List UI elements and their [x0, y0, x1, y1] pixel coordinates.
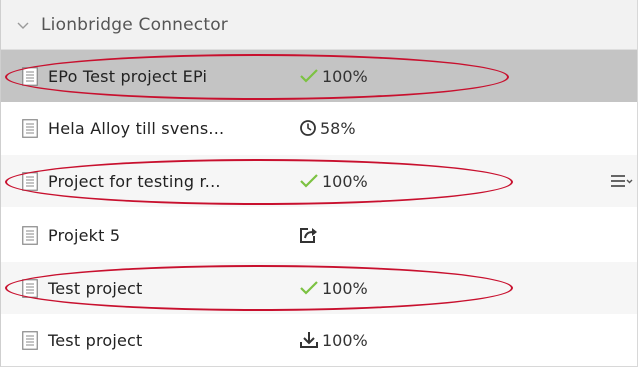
project-name: Projekt 5	[48, 225, 121, 245]
chevron-down-icon[interactable]	[15, 17, 31, 33]
project-name: EPo Test project EPi	[48, 66, 208, 86]
project-row[interactable]: EPo Test project EPi 100%	[1, 50, 637, 102]
lionbridge-connector-panel: Lionbridge Connector EPo Test project EP…	[0, 0, 638, 367]
project-status	[299, 226, 322, 244]
checkmark-icon	[300, 174, 318, 188]
document-icon	[22, 171, 38, 191]
panel-title: Lionbridge Connector	[41, 14, 228, 35]
project-name: Hela Alloy till svens...	[48, 118, 225, 138]
project-row[interactable]: Projekt 5	[1, 209, 637, 261]
status-text: 100%	[322, 330, 368, 350]
panel-header[interactable]: Lionbridge Connector	[1, 0, 637, 50]
project-status: 100%	[299, 279, 368, 298]
project-name: Project for testing r...	[48, 171, 221, 191]
status-text: 100%	[322, 278, 368, 298]
checkmark-icon	[300, 69, 318, 83]
checkmark-icon	[300, 281, 318, 295]
download-icon	[300, 332, 318, 348]
document-icon	[22, 225, 38, 245]
document-icon	[22, 278, 38, 298]
status-text: 58%	[320, 118, 356, 138]
project-status: 100%	[299, 67, 368, 86]
project-name: Test project	[48, 330, 143, 350]
project-row[interactable]: Hela Alloy till svens... 58%	[1, 102, 637, 154]
document-icon	[22, 330, 38, 350]
context-menu-icon[interactable]	[611, 174, 633, 188]
clock-icon	[300, 120, 316, 136]
export-icon	[300, 228, 317, 243]
project-row[interactable]: Project for testing r... 100%	[1, 155, 637, 207]
project-status: 100%	[299, 172, 368, 191]
status-text: 100%	[322, 66, 368, 86]
project-status: 100%	[299, 331, 368, 350]
document-icon	[22, 118, 38, 138]
project-row[interactable]: Test project 100%	[1, 314, 637, 366]
status-text: 100%	[322, 171, 368, 191]
project-name: Test project	[48, 278, 143, 298]
document-icon	[22, 66, 38, 86]
project-row[interactable]: Test project 100%	[1, 262, 637, 314]
project-status: 58%	[299, 119, 356, 138]
